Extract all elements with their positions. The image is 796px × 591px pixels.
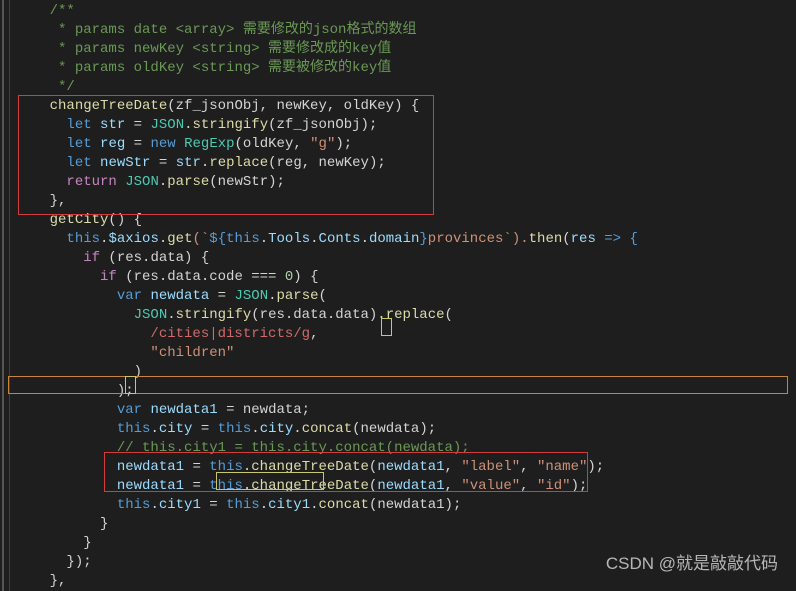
- code-line[interactable]: newdata1 = this.changeTreeDate(newdata1,…: [16, 477, 796, 496]
- var-str: str: [100, 117, 125, 133]
- kw-let: let: [66, 117, 91, 133]
- code-line[interactable]: newdata1 = this.changeTreeDate(newdata1,…: [16, 458, 796, 477]
- code-line[interactable]: if (res.data) {: [16, 249, 796, 268]
- code-line[interactable]: }: [16, 534, 796, 553]
- comment-cn: 需要修改成的key值: [268, 41, 391, 57]
- code-line[interactable]: "children": [16, 344, 796, 363]
- code-editor[interactable]: /** * params date <array> 需要修改的json格式的数组…: [0, 0, 796, 591]
- fn-replace: replace: [209, 155, 268, 171]
- fn-parse: parse: [167, 174, 209, 190]
- code-line[interactable]: * params newKey <string> 需要修改成的key值: [16, 40, 796, 59]
- code-line[interactable]: return JSON.parse(newStr);: [16, 173, 796, 192]
- code-line[interactable]: );: [16, 382, 796, 401]
- comment: * params oldKey <string>: [50, 60, 268, 76]
- kw-if: if: [100, 269, 117, 285]
- regex: /cities|districts/g: [150, 326, 310, 342]
- code-line[interactable]: var newdata1 = newdata;: [16, 401, 796, 420]
- code-line[interactable]: /cities|districts/g,: [16, 325, 796, 344]
- code-line[interactable]: changeTreeDate(zf_jsonObj, newKey, oldKe…: [16, 97, 796, 116]
- code-line[interactable]: /**: [16, 2, 796, 21]
- code-line[interactable]: getCity() {: [16, 211, 796, 230]
- kw-new: new: [150, 136, 175, 152]
- code-line[interactable]: });: [16, 553, 796, 572]
- json-class: JSON: [125, 174, 159, 190]
- comment-cn: 需要修改的json格式的数组: [243, 22, 417, 38]
- comment: * params newKey <string>: [50, 41, 268, 57]
- code-line[interactable]: JSON.stringify(res.data.data).replace(: [16, 306, 796, 325]
- code-line[interactable]: this.city = this.city.concat(newdata);: [16, 420, 796, 439]
- code-line[interactable]: this.city1 = this.city1.concat(newdata1)…: [16, 496, 796, 515]
- comment-line: // this.city1 = this.city.concat(newdata…: [117, 440, 470, 456]
- code-line[interactable]: * params oldKey <string> 需要被修改的key值: [16, 59, 796, 78]
- kw-return: return: [66, 174, 116, 190]
- code-line[interactable]: ): [16, 363, 796, 382]
- regexp-class: RegExp: [184, 136, 234, 152]
- kw-var: var: [117, 288, 142, 304]
- var-newstr: newStr: [100, 155, 150, 171]
- fn-getcity: getCity: [50, 212, 109, 228]
- code-line[interactable]: this.$axios.get(`${this.Tools.Conts.doma…: [16, 230, 796, 249]
- code-line[interactable]: if (res.data.code === 0) {: [16, 268, 796, 287]
- comment: */: [50, 79, 75, 95]
- fn-stringify: stringify: [193, 117, 269, 133]
- code-line[interactable]: var newdata = JSON.parse(: [16, 287, 796, 306]
- fn-params: (zf_jsonObj, newKey, oldKey) {: [167, 98, 419, 114]
- code-line[interactable]: * params date <array> 需要修改的json格式的数组: [16, 21, 796, 40]
- code-line[interactable]: },: [16, 572, 796, 591]
- kw-this: this: [66, 231, 100, 247]
- kw-let: let: [66, 136, 91, 152]
- code-line[interactable]: },: [16, 192, 796, 211]
- axios: $axios: [108, 231, 158, 247]
- json-class: JSON: [150, 117, 184, 133]
- comment: /**: [50, 3, 75, 19]
- code-line[interactable]: }: [16, 515, 796, 534]
- kw-let: let: [66, 155, 91, 171]
- code-line[interactable]: // this.city1 = this.city.concat(newdata…: [16, 439, 796, 458]
- var-reg: reg: [100, 136, 125, 152]
- code-line[interactable]: let str = JSON.stringify(zf_jsonObj);: [16, 116, 796, 135]
- code-line[interactable]: let newStr = str.replace(reg, newKey);: [16, 154, 796, 173]
- fn-name: changeTreeDate: [50, 98, 168, 114]
- var-newdata: newdata: [150, 288, 209, 304]
- kw-if: if: [83, 250, 100, 266]
- str-g: "g": [310, 136, 335, 152]
- code-line[interactable]: let reg = new RegExp(oldKey, "g");: [16, 135, 796, 154]
- comment: * params date <array>: [50, 22, 243, 38]
- str-children: "children": [150, 345, 234, 361]
- code-line[interactable]: */: [16, 78, 796, 97]
- comment-cn: 需要被修改的key值: [268, 60, 391, 76]
- fn-get: get: [167, 231, 192, 247]
- fn-then: then: [529, 231, 563, 247]
